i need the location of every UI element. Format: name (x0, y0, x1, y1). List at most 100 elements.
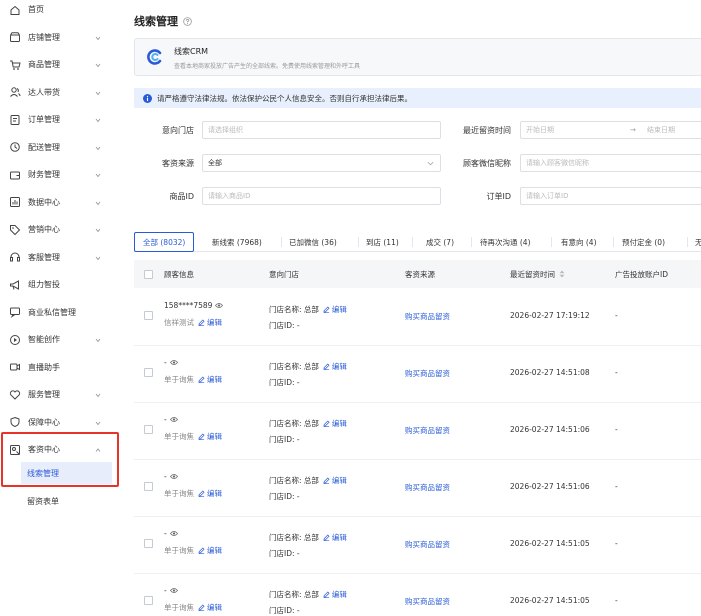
source-value: 全部 (208, 159, 222, 167)
select-all-checkbox[interactable] (144, 270, 153, 279)
row-checkbox[interactable] (144, 482, 153, 491)
crm-card[interactable]: 线索CRM 查看本地商家投放广告产生的全部线索。免费使用线索管理和外呼工具 (134, 38, 701, 76)
pencil-icon (323, 534, 332, 541)
column-header-sortable[interactable]: 最近留资时间 (510, 260, 565, 288)
edit-store-link[interactable]: 编辑 (323, 361, 347, 372)
sidebar-item-label: 营销中心 (28, 225, 60, 234)
time-cell: 2026-02-27 17:19:12 (510, 311, 590, 320)
store-id: 门店ID: - (269, 606, 300, 615)
cart-icon (9, 59, 21, 71)
sidebar-item-5[interactable]: 配送管理 (0, 134, 119, 161)
order-input[interactable]: 请输入订单ID (520, 187, 701, 205)
sidebar-item-14[interactable]: 服务管理 (0, 381, 119, 408)
eye-icon[interactable] (169, 587, 178, 594)
tab-wechat[interactable]: 已加微信 (36) (289, 232, 337, 252)
tab-followup[interactable]: 待再次沟通 (4) (480, 232, 531, 252)
sidebar-item-label: 服务管理 (28, 390, 60, 399)
sidebar-item-6[interactable]: 财务管理 (0, 161, 119, 188)
store-label: 意向门店 (162, 126, 194, 135)
store-name: 门店名称: 总部 (269, 305, 319, 314)
eye-icon[interactable] (215, 302, 224, 309)
chevron-up-icon (95, 447, 101, 453)
edit-note-link[interactable]: 编辑 (198, 545, 222, 556)
sidebar-item-15[interactable]: 保障中心 (0, 409, 119, 436)
sidebar-item-2[interactable]: 商品管理 (0, 51, 119, 78)
sidebar-item-label: 客服管理 (28, 252, 60, 262)
help-icon[interactable] (183, 16, 192, 26)
chevron-down-icon (95, 200, 101, 206)
sidebar-item-10[interactable]: 组力智投 (0, 271, 119, 298)
edit-store-link[interactable]: 编辑 (323, 304, 347, 315)
eye-icon[interactable] (169, 359, 178, 366)
eye-icon[interactable] (169, 473, 178, 480)
source-cell[interactable]: 购买商品留资 (405, 482, 450, 493)
tab-deposit[interactable]: 预付定金 (0) (622, 232, 665, 252)
sidebar-item-9[interactable]: 客服管理 (0, 244, 119, 271)
column-header: 意向门店 (269, 260, 299, 288)
edit-note-link[interactable]: 编辑 (198, 431, 222, 442)
ad-account-text: - (615, 368, 618, 377)
row-checkbox[interactable] (144, 311, 153, 320)
time-cell: 2026-02-27 14:51:08 (510, 368, 590, 377)
edit-note-link[interactable]: 编辑 (198, 602, 222, 613)
time-text: 2026-02-27 17:19:12 (510, 311, 590, 320)
tab-visited[interactable]: 到店 (11) (366, 232, 399, 252)
sidebar-item-16[interactable]: 客资中心 (0, 436, 119, 463)
sidebar-subitem-forms[interactable]: 留资表单 (0, 490, 119, 512)
main-content: 线索管理 线索CRM 查看本地商家投放广告产生的全部线索。免费使用线索管理和外呼… (119, 0, 701, 616)
store-select[interactable]: 请选择组织 (202, 121, 441, 139)
edit-store-link[interactable]: 编辑 (323, 475, 347, 486)
tab-intent[interactable]: 有意向 (4) (561, 232, 597, 252)
source-cell[interactable]: 购买商品留资 (405, 596, 450, 607)
edit-note-link[interactable]: 编辑 (198, 317, 222, 328)
edit-store-link[interactable]: 编辑 (323, 589, 347, 600)
row-checkbox[interactable] (144, 596, 153, 605)
source-cell[interactable]: 购买商品留资 (405, 425, 450, 436)
eye-icon[interactable] (169, 416, 178, 423)
store-id: 门店ID: - (269, 549, 300, 558)
sidebar-item-3[interactable]: 达人带货 (0, 79, 119, 106)
date-range-input[interactable]: 开始日期 → 结束日期 (520, 121, 701, 139)
store-id: 门店ID: - (269, 321, 300, 330)
row-checkbox[interactable] (144, 425, 153, 434)
source-cell[interactable]: 购买商品留资 (405, 311, 450, 322)
ad-account-cell: - (615, 596, 618, 605)
sidebar-item-0[interactable]: 首页 (0, 0, 119, 23)
crm-description: 查看本地商家投放广告产生的全部线索。免费使用线索管理和外呼工具 (174, 63, 361, 70)
sort-icon[interactable] (559, 270, 565, 278)
people-icon (9, 86, 21, 98)
sidebar-item-13[interactable]: 直播助手 (0, 354, 119, 381)
edit-note-link[interactable]: 编辑 (198, 374, 222, 385)
source-text: 购买商品留资 (405, 483, 450, 492)
row-checkbox[interactable] (144, 368, 153, 377)
tab-none[interactable]: 无 (695, 232, 701, 252)
sidebar-item-4[interactable]: 订单管理 (0, 106, 119, 133)
time-text: 2026-02-27 14:51:05 (510, 596, 590, 605)
source-cell[interactable]: 购买商品留资 (405, 368, 450, 379)
sidebar-item-1[interactable]: 店铺管理 (0, 24, 119, 51)
edit-store-link[interactable]: 编辑 (323, 418, 347, 429)
sidebar-item-11[interactable]: 商业私信管理 (0, 299, 119, 326)
source-cell[interactable]: 购买商品留资 (405, 539, 450, 550)
heart-icon (9, 389, 21, 401)
source-text: 购买商品留资 (405, 369, 450, 378)
source-select[interactable]: 全部 (202, 154, 441, 172)
tab-deal[interactable]: 成交 (7) (426, 232, 454, 252)
product-input[interactable]: 请输入商品ID (202, 187, 441, 205)
sidebar-subitem-leads[interactable]: 线索管理 (21, 462, 112, 484)
sidebar-item-7[interactable]: 数据中心 (0, 189, 119, 216)
sidebar-item-12[interactable]: 智能创作 (0, 326, 119, 353)
edit-note-link[interactable]: 编辑 (198, 488, 222, 499)
store-id: 门店ID: - (269, 378, 300, 387)
sidebar-item-8[interactable]: 营销中心 (0, 216, 119, 243)
row-checkbox[interactable] (144, 539, 153, 548)
edit-store-link[interactable]: 编辑 (323, 532, 347, 543)
wechat-input[interactable]: 请输入顾客微信昵称 (520, 154, 701, 172)
tab-all[interactable]: 全部 (8032) (134, 232, 195, 252)
column-header-label: 广告投放账户ID (615, 269, 668, 279)
eye-icon[interactable] (169, 530, 178, 537)
store-id-cell: 门店ID: - (269, 491, 300, 502)
tab-new[interactable]: 新线索 (7968) (212, 232, 262, 252)
store-name-cell: 门店名称: 总部 编辑 (269, 532, 347, 543)
table-row: - 单于询焦 编辑 门店名称: 总部 编辑 门店ID: - 购买商品留资 2026-02-27… (134, 460, 701, 517)
